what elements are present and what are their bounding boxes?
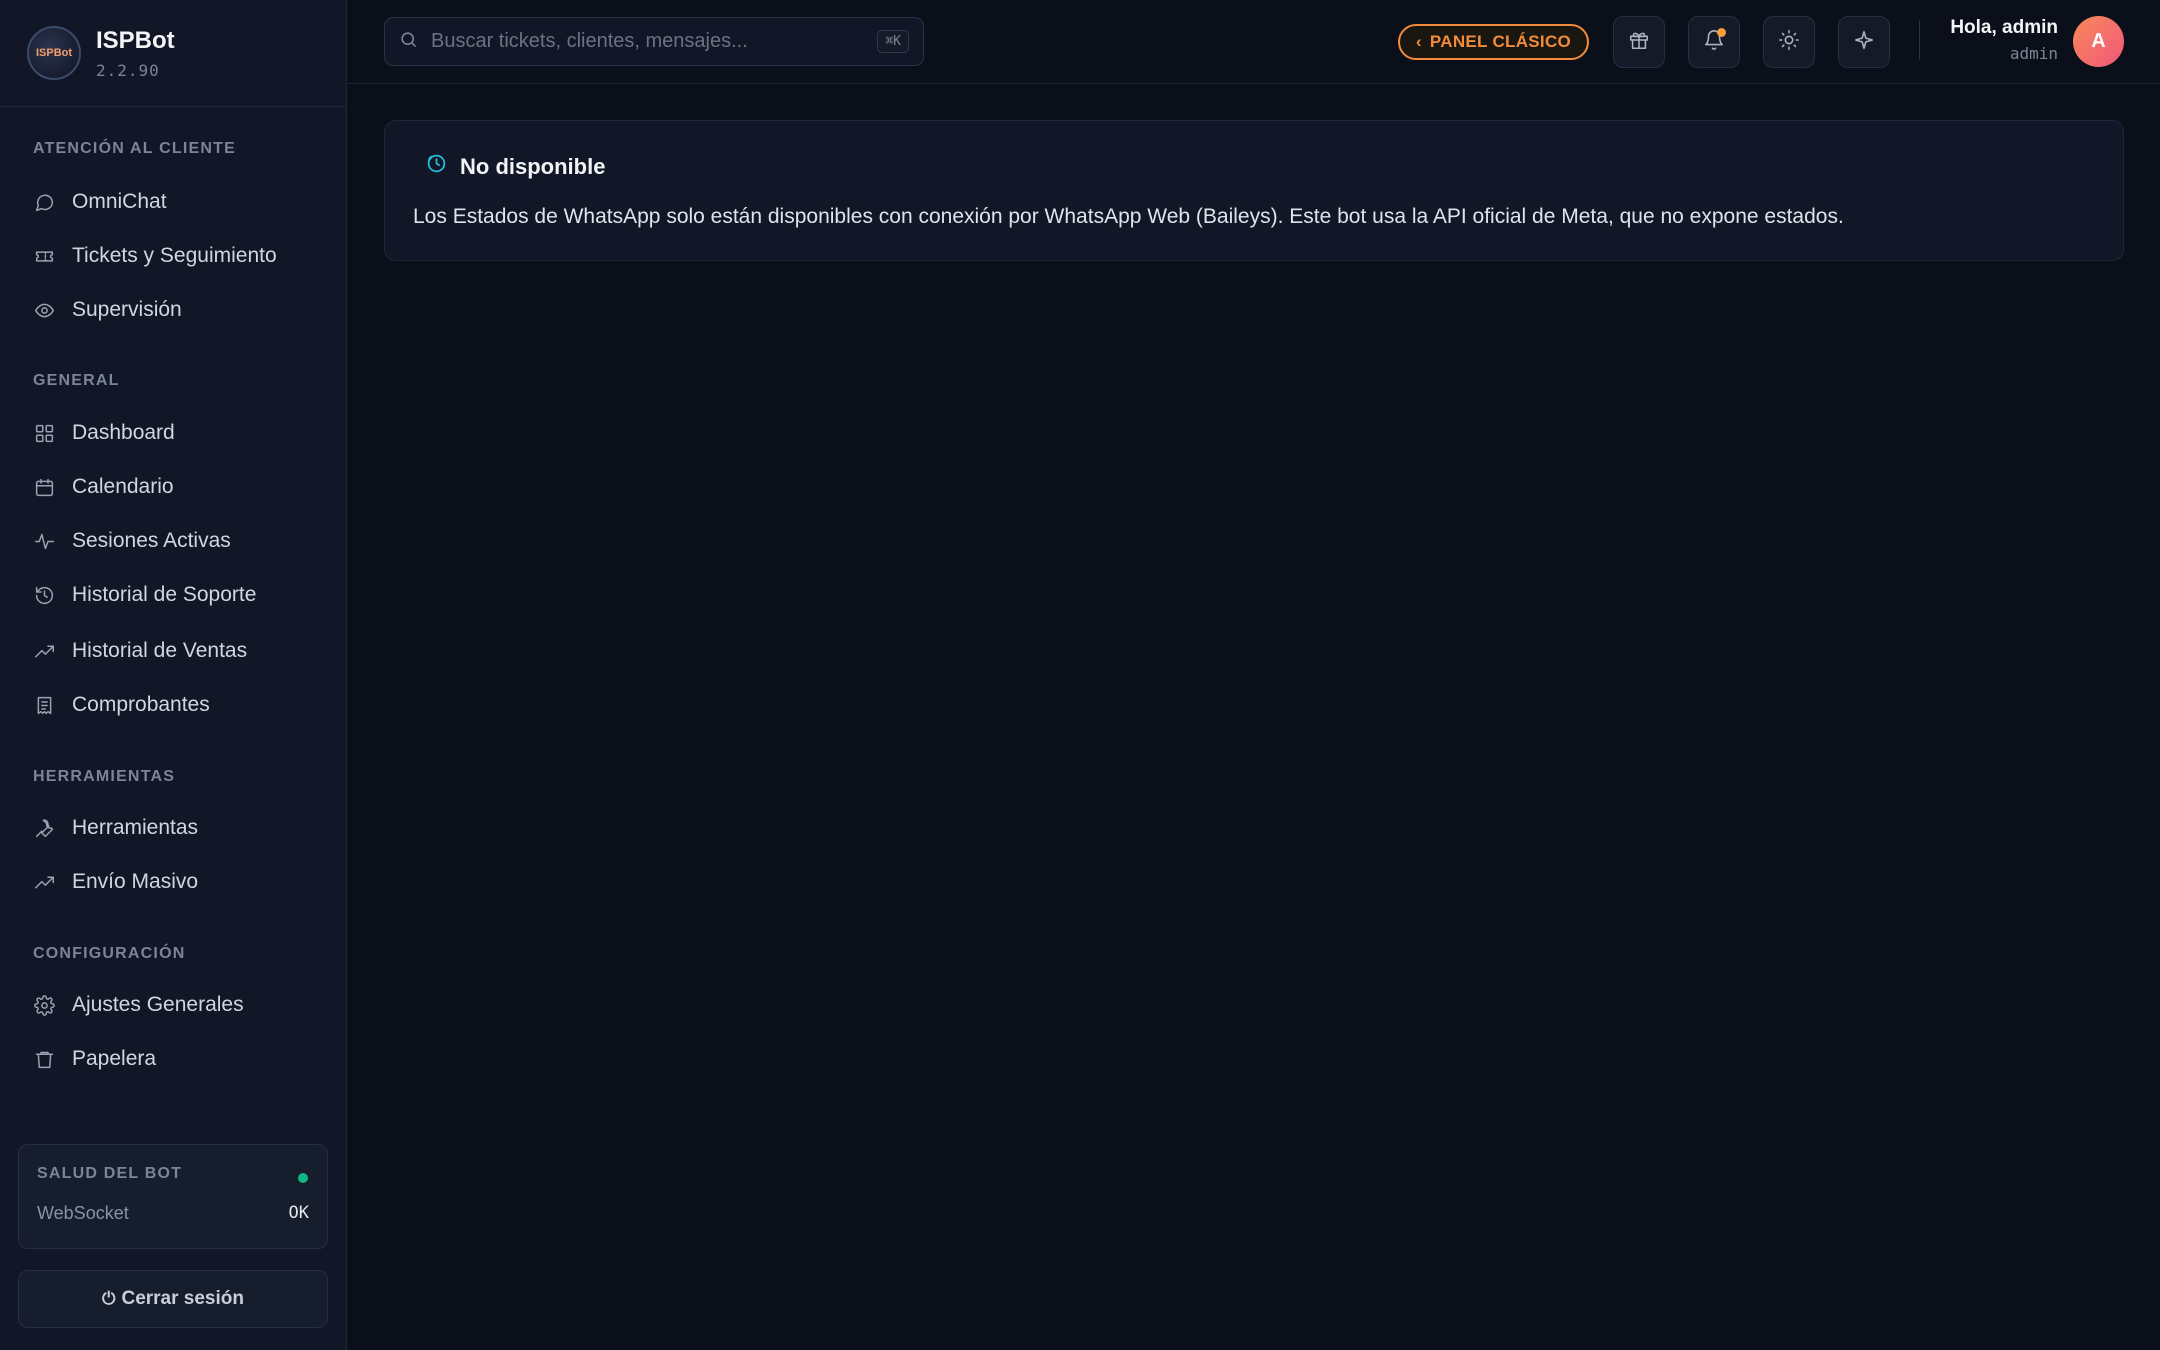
grid-icon [33,422,55,444]
calendar-icon [33,476,55,498]
sidebar-item-label: Calendario [72,475,174,498]
sidebar-item-omnichat[interactable]: OmniChat [33,182,167,222]
sidebar-item-label: Historial de Ventas [72,639,248,662]
sidebar-item-label: Papelera [72,1047,157,1070]
sidebar-item-calendario[interactable]: Calendario [33,467,174,507]
sidebar-item-historial-soporte[interactable]: Historial de Soporte [33,575,256,615]
bot-health-card: SALUD DEL BOT WebSocket OK [18,1144,328,1249]
sidebar-item-tickets[interactable]: Tickets y Seguimiento [33,236,277,276]
health-status-dot [298,1173,308,1183]
sidebar-item-label: Historial de Soporte [72,583,257,606]
logout-label: Cerrar sesión [121,1288,244,1309]
sidebar-item-dashboard[interactable]: Dashboard [33,413,175,453]
trending-up-icon [33,640,55,662]
card-title: No disponible [460,153,606,179]
brand-logo: ISPBot [27,26,81,80]
sidebar-item-label: Herramientas [72,816,199,839]
sidebar-item-label: OmniChat [72,190,167,213]
brand-version: 2.2.90 [96,60,160,80]
classic-panel-button[interactable]: ‹ PANEL CLÁSICO [1398,24,1589,60]
sun-icon [1778,29,1800,56]
clock-alert-icon [426,153,447,180]
health-title: SALUD DEL BOT [37,1165,183,1182]
trash-icon [33,1048,55,1070]
sidebar-item-comprobantes[interactable]: Comprobantes [33,685,210,725]
sidebar-item-label: Tickets y Seguimiento [72,244,277,267]
sidebar-item-herramientas[interactable]: Herramientas [33,808,198,848]
gear-icon [33,994,55,1016]
ai-assistant-button[interactable] [1838,16,1890,68]
sidebar: ISPBot ISPBot 2.2.90 ATENCIÓN AL CLIENTE… [0,0,347,1350]
search-shortcut-badge: ⌘K [877,30,909,53]
user-greeting: Hola, admin admin [1950,17,2058,63]
chat-bubble-icon [33,191,55,213]
sidebar-item-label: Dashboard [72,421,175,444]
sidebar-item-papelera[interactable]: Papelera [33,1039,156,1079]
health-websocket-label: WebSocket [37,1203,129,1223]
sparkle-icon [1853,29,1875,56]
avatar[interactable]: A [2073,16,2124,67]
sidebar-item-label: Supervisión [72,298,182,321]
brand-name: ISPBot [96,26,175,54]
sidebar-item-label: Comprobantes [72,693,210,716]
unavailable-card: No disponible Los Estados de WhatsApp so… [384,120,2124,261]
sidebar-item-ajustes[interactable]: Ajustes Generales [33,985,244,1025]
sidebar-item-label: Ajustes Generales [72,993,244,1016]
sidebar-item-label: Sesiones Activas [72,529,231,552]
search-icon [399,30,418,54]
power-icon: ⏻ [102,1289,116,1308]
eye-icon [33,299,55,321]
brand[interactable]: ISPBot ISPBot 2.2.90 [0,0,346,107]
greeting-text: Hola, admin [1950,17,2058,38]
notification-dot [1717,28,1726,37]
history-icon [33,584,55,606]
sidebar-item-envio-masivo[interactable]: Envío Masivo [33,862,198,902]
sidebar-item-label: Envío Masivo [72,870,199,893]
topbar: ⌘K ‹ PANEL CLÁSICO Hola, admin admin A [348,0,2160,84]
topbar-divider [1919,20,1920,60]
notifications-button[interactable] [1688,16,1740,68]
nav-section-atencion: ATENCIÓN AL CLIENTE [33,140,236,157]
sidebar-item-supervision[interactable]: Supervisión [33,290,182,330]
nav-section-herramientas: HERRAMIENTAS [33,768,176,785]
wrench-icon [33,817,55,839]
activity-icon [33,530,55,552]
search-box[interactable]: ⌘K [384,17,924,66]
theme-toggle-button[interactable] [1763,16,1815,68]
trending-up-icon [33,871,55,893]
nav-section-general: GENERAL [33,372,120,389]
logout-button[interactable]: ⏻ Cerrar sesión [18,1270,328,1328]
classic-panel-label: PANEL CLÁSICO [1429,32,1572,51]
gift-icon [1628,29,1650,56]
sidebar-item-sesiones[interactable]: Sesiones Activas [33,521,231,561]
card-message: Los Estados de WhatsApp solo están dispo… [413,205,1844,228]
health-websocket-value: OK [288,1203,309,1223]
ticket-icon [33,245,55,267]
gift-button[interactable] [1613,16,1665,68]
receipt-icon [33,694,55,716]
search-input[interactable] [431,30,878,53]
user-role: admin [2009,44,2058,63]
sidebar-item-historial-ventas[interactable]: Historial de Ventas [33,631,247,671]
nav-section-configuracion: CONFIGURACIÓN [33,945,186,962]
chevron-left-icon: ‹ [1415,32,1422,51]
